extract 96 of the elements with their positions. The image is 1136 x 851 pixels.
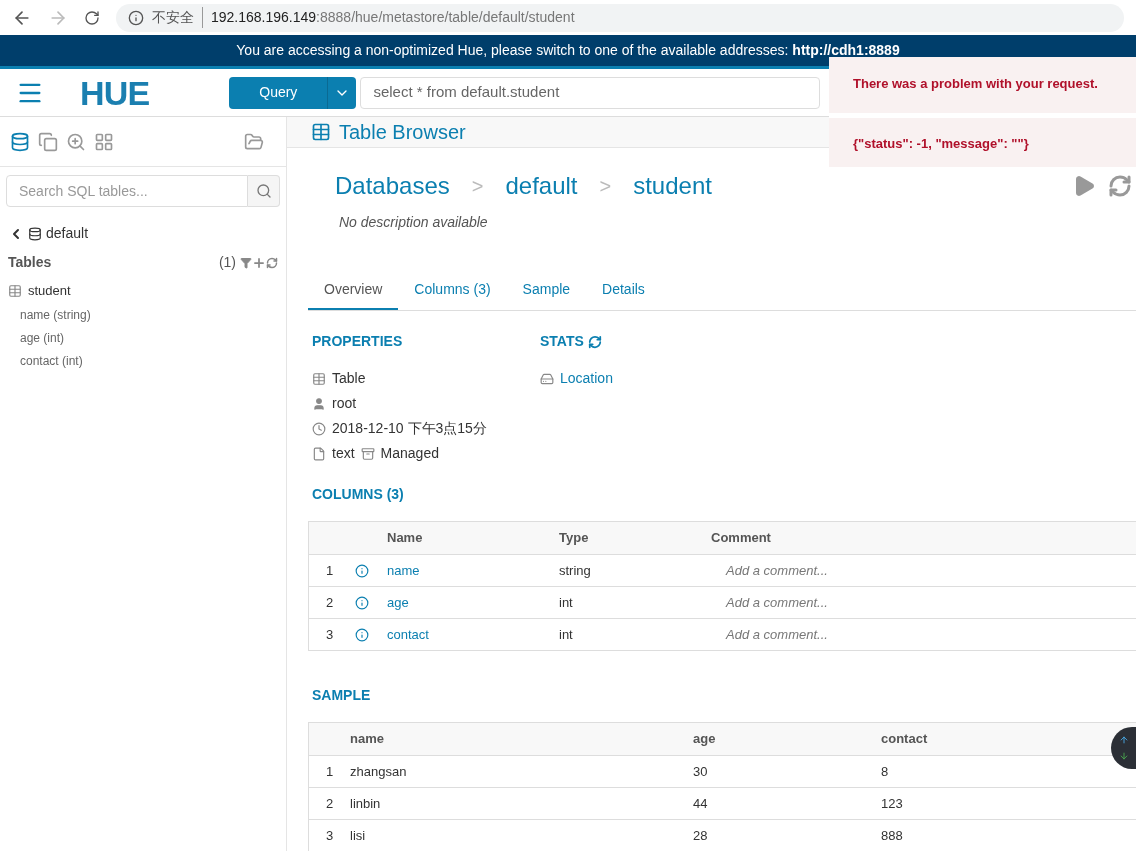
column-item[interactable]: age (int) xyxy=(8,328,278,347)
add-icon[interactable] xyxy=(252,255,266,270)
address-bar[interactable]: 不安全 192.168.196.149:8888/hue/metastore/table/default/student xyxy=(116,3,1124,32)
table-cell-text: int xyxy=(559,593,574,612)
tab[interactable]: Overview xyxy=(308,271,399,310)
folder-icon[interactable] xyxy=(244,131,264,152)
column-header: age xyxy=(693,730,717,749)
query-dropdown-button[interactable] xyxy=(327,76,357,109)
column-item[interactable]: name (string) xyxy=(8,305,278,324)
refresh-icon[interactable] xyxy=(587,334,602,349)
table-cell-text: 888 xyxy=(881,826,903,845)
tab[interactable]: Columns (3) xyxy=(398,271,507,310)
banner-text: You are accessing a non-optimized Hue, please switch to one of the available addresses: xyxy=(236,41,789,60)
column-name-link[interactable]: name xyxy=(387,560,559,581)
reload-icon[interactable] xyxy=(84,9,100,26)
table-cell-text: lisi xyxy=(350,826,367,845)
grid-icon[interactable] xyxy=(94,131,114,152)
search-icon xyxy=(255,183,272,199)
table-icon xyxy=(311,122,331,142)
filter-icon[interactable] xyxy=(240,256,252,269)
table-cell-text: zhangsan xyxy=(350,762,408,781)
row-number: 1 xyxy=(325,561,335,580)
query-editor[interactable]: select * from default.student xyxy=(360,76,821,109)
refresh-icon[interactable] xyxy=(1108,174,1132,198)
property-text: text xyxy=(332,444,355,463)
search-button[interactable] xyxy=(248,175,280,207)
url-text: 192.168.196.149:8888/hue/metastore/table/default/student xyxy=(211,8,575,27)
column-header: name xyxy=(350,730,385,749)
breadcrumb-link[interactable]: student xyxy=(633,168,712,204)
comment-field[interactable]: Add a comment... xyxy=(726,592,828,613)
property-text: Table xyxy=(332,369,366,388)
location-link[interactable]: Location xyxy=(560,368,613,389)
archive-icon xyxy=(360,446,375,461)
tables-label: Tables xyxy=(8,253,52,272)
column-item[interactable]: contact (int) xyxy=(8,351,278,370)
breadcrumb-separator: > xyxy=(599,174,612,199)
section-heading: STATS xyxy=(540,332,584,351)
zoom-in-icon[interactable] xyxy=(66,131,86,152)
comment-field[interactable]: Add a comment... xyxy=(726,560,828,581)
security-label: 不安全 xyxy=(152,7,203,28)
info-icon[interactable] xyxy=(355,627,369,642)
property-text: Managed xyxy=(380,444,439,463)
tables-count: (1) xyxy=(218,253,236,272)
section-heading: SAMPLE xyxy=(312,686,372,705)
table-cell-text: linbin xyxy=(350,794,382,813)
info-icon xyxy=(128,9,144,26)
breadcrumb-link[interactable]: default xyxy=(505,168,578,204)
table-icon xyxy=(312,371,326,386)
hue-logo[interactable]: HUE xyxy=(80,75,150,110)
row-number: 2 xyxy=(325,794,335,813)
search-field[interactable]: Search SQL tables... xyxy=(6,175,248,207)
breadcrumb-link[interactable]: Databases xyxy=(335,168,450,204)
table-icon xyxy=(8,283,22,298)
tab[interactable]: Sample xyxy=(506,271,587,310)
database-icon xyxy=(28,226,42,241)
refresh-icon[interactable] xyxy=(266,256,278,269)
table-cell-text: string xyxy=(559,561,592,580)
property-text: root xyxy=(332,394,357,413)
table-cell-text: 28 xyxy=(693,826,709,845)
query-button[interactable]: Query xyxy=(229,76,328,109)
section-heading: COLUMNS (3) xyxy=(312,485,405,504)
property-text: 2018-12-10 下午3点15分 xyxy=(332,419,487,438)
user-icon xyxy=(312,396,326,411)
error-message: {"status": -1, "message": ""} xyxy=(829,113,1136,154)
table-name[interactable]: student xyxy=(28,281,71,301)
section-heading: PROPERTIES xyxy=(312,332,404,351)
row-number: 3 xyxy=(325,625,335,644)
table-cell-text: 30 xyxy=(693,762,709,781)
page-title: Table Browser xyxy=(339,120,466,145)
row-number: 1 xyxy=(325,762,335,781)
info-icon[interactable] xyxy=(355,595,369,610)
breadcrumb-separator: > xyxy=(471,174,484,199)
error-title: There was a problem with your request. xyxy=(852,75,1099,93)
column-header: contact xyxy=(881,730,928,749)
file-icon xyxy=(312,446,326,461)
row-number: 3 xyxy=(325,826,335,845)
table-description: No description available xyxy=(339,213,489,232)
column-name-link[interactable]: contact xyxy=(387,624,559,645)
comment-field[interactable]: Add a comment... xyxy=(726,624,828,645)
address-link[interactable]: http://cdh1:8889 xyxy=(792,40,900,61)
table-cell-text: 123 xyxy=(881,794,903,813)
documents-icon[interactable] xyxy=(38,131,58,152)
table-cell-text: 44 xyxy=(693,794,709,813)
table-cell-text: int xyxy=(559,625,574,644)
column-name-link[interactable]: age xyxy=(387,592,559,613)
tab[interactable]: Details xyxy=(586,271,661,310)
table-cell-text: 8 xyxy=(881,762,889,781)
database-icon[interactable] xyxy=(10,131,30,152)
row-number: 2 xyxy=(325,593,335,612)
clock-icon xyxy=(312,421,326,436)
column-header: Name xyxy=(387,529,424,548)
info-icon[interactable] xyxy=(355,563,369,578)
drive-icon xyxy=(540,371,554,386)
column-header: Comment xyxy=(711,529,771,548)
column-header: Type xyxy=(559,529,590,548)
database-name[interactable]: default xyxy=(46,223,89,244)
